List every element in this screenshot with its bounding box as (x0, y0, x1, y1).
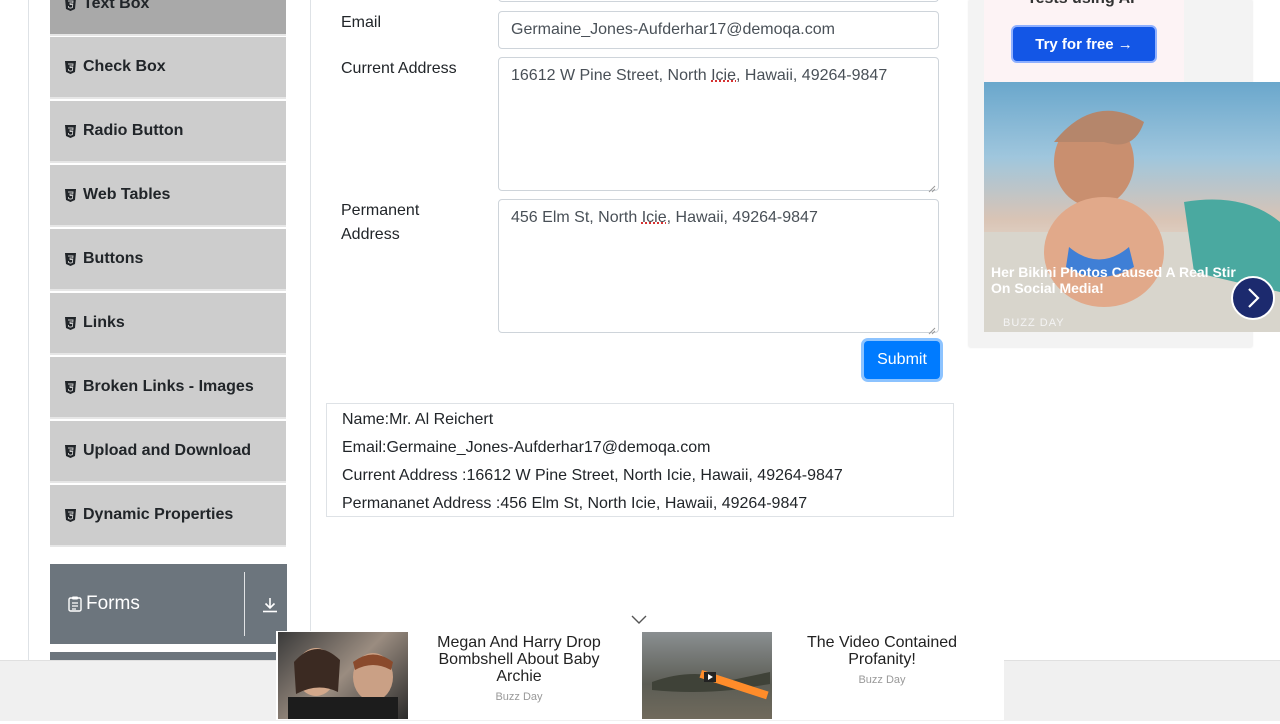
ad-story-2[interactable]: The Video Contained Profanity! Buzz Day (787, 634, 977, 686)
sidebar-item-text-box[interactable]: Text Box (50, 0, 286, 36)
sidebar-item-dynamic-properties[interactable]: Dynamic Properties (50, 485, 286, 547)
html5-icon (64, 124, 77, 138)
sidebar-item-label: Text Box (83, 0, 149, 13)
ad-story-1-source: Buzz Day (424, 691, 614, 703)
group-header-forms[interactable]: Forms (50, 564, 287, 644)
sidebar-item-label: Dynamic Properties (83, 506, 233, 524)
ad-thumbnail-1[interactable] (278, 632, 408, 719)
email-field[interactable]: Germaine_Jones-Aufderhar17@demoqa.com (498, 11, 939, 49)
output-permanent-address: Permananet Address :456 Elm St, North Ic… (342, 490, 938, 518)
ad-thumbnail-2-illustration (642, 632, 772, 719)
group-header-label: Forms (86, 593, 140, 615)
sidebar-item-check-box[interactable]: Check Box (50, 37, 286, 99)
sidebar-divider (310, 0, 311, 720)
chevron-right-icon (1246, 287, 1260, 309)
html5-icon (64, 188, 77, 202)
ad-caption[interactable]: Her Bikini Photos Caused A Real Stir On … (991, 264, 1251, 296)
sidebar-item-radio-button[interactable]: Radio Button (50, 101, 286, 163)
try-for-free-button[interactable]: Try for free → (1011, 25, 1157, 63)
group-header-divider (244, 572, 245, 636)
output-panel: Name:Mr. Al Reichert Email:Germaine_Jone… (326, 403, 954, 517)
chevron-down-icon[interactable] (630, 612, 648, 626)
full-name-field-edge[interactable] (498, 0, 939, 2)
sidebar-item-broken-links[interactable]: Broken Links - Images (50, 357, 286, 419)
html5-icon (64, 60, 77, 74)
ad-next-button[interactable] (1231, 276, 1275, 320)
clipboard-icon (68, 596, 82, 612)
html5-icon (64, 508, 77, 522)
html5-icon (64, 380, 77, 394)
sidebar-item-label: Check Box (83, 58, 166, 76)
permanent-address-text: 456 Elm St, North (511, 209, 642, 226)
permanent-address-text-end: , Hawaii, 49264-9847 (667, 209, 818, 226)
ad-story-2-source: Buzz Day (787, 674, 977, 686)
sidebar-item-label: Buttons (83, 250, 143, 268)
current-address-text-end: Hawaii, 49264-9847 (740, 67, 887, 84)
html5-icon (64, 316, 77, 330)
sidebar-item-label: Upload and Download (83, 442, 251, 460)
html5-icon (64, 252, 77, 266)
download-arrow-icon[interactable] (262, 597, 278, 613)
permanent-address-field[interactable]: 456 Elm St, North Icie, Hawaii, 49264-98… (498, 199, 939, 333)
resize-handle-icon[interactable] (928, 322, 936, 330)
ad-story-2-title[interactable]: The Video Contained Profanity! (787, 634, 977, 668)
sidebar-item-upload-download[interactable]: Upload and Download (50, 421, 286, 483)
permanent-address-label-line1: Permanent (341, 199, 419, 223)
ad-thumbnail-2[interactable] (642, 632, 772, 719)
html5-icon (64, 444, 77, 458)
sidebar-item-web-tables[interactable]: Web Tables (50, 165, 286, 227)
ad-top-text: Tests using AI (1027, 0, 1135, 8)
ad-story-1[interactable]: Megan And Harry Drop Bombshell About Bab… (424, 634, 614, 703)
current-address-text: 16612 W Pine Street, North (511, 67, 711, 84)
permanent-address-label: Permanent Address (341, 199, 419, 247)
ad-source: BUZZ DAY (1003, 317, 1065, 329)
output-name: Name:Mr. Al Reichert (342, 406, 938, 434)
sidebar-item-buttons[interactable]: Buttons (50, 229, 286, 291)
left-gutter-divider (28, 0, 29, 720)
submit-button[interactable]: Submit (864, 341, 940, 379)
sidebar-item-label: Broken Links - Images (83, 378, 254, 396)
sidebar-item-links[interactable]: Links (50, 293, 286, 355)
sidebar-item-label: Radio Button (83, 122, 183, 140)
current-address-label: Current Address (341, 57, 457, 81)
html5-icon (64, 0, 77, 11)
ad-story-1-title[interactable]: Megan And Harry Drop Bombshell About Bab… (424, 634, 614, 685)
resize-handle-icon[interactable] (928, 180, 936, 188)
current-address-misspelled-word: Icie, (711, 67, 740, 84)
current-address-field[interactable]: 16612 W Pine Street, North Icie, Hawaii,… (498, 57, 939, 191)
ad-thumbnail-1-illustration (278, 632, 408, 719)
output-current-address: Current Address :16612 W Pine Street, No… (342, 462, 938, 490)
email-label: Email (341, 11, 381, 35)
permanent-address-label-line2: Address (341, 223, 419, 247)
sidebar-item-label: Links (83, 314, 125, 332)
sidebar-item-label: Web Tables (83, 186, 170, 204)
output-email: Email:Germaine_Jones-Aufderhar17@demoqa.… (342, 434, 938, 462)
permanent-address-misspelled-word: Icie (642, 209, 667, 226)
